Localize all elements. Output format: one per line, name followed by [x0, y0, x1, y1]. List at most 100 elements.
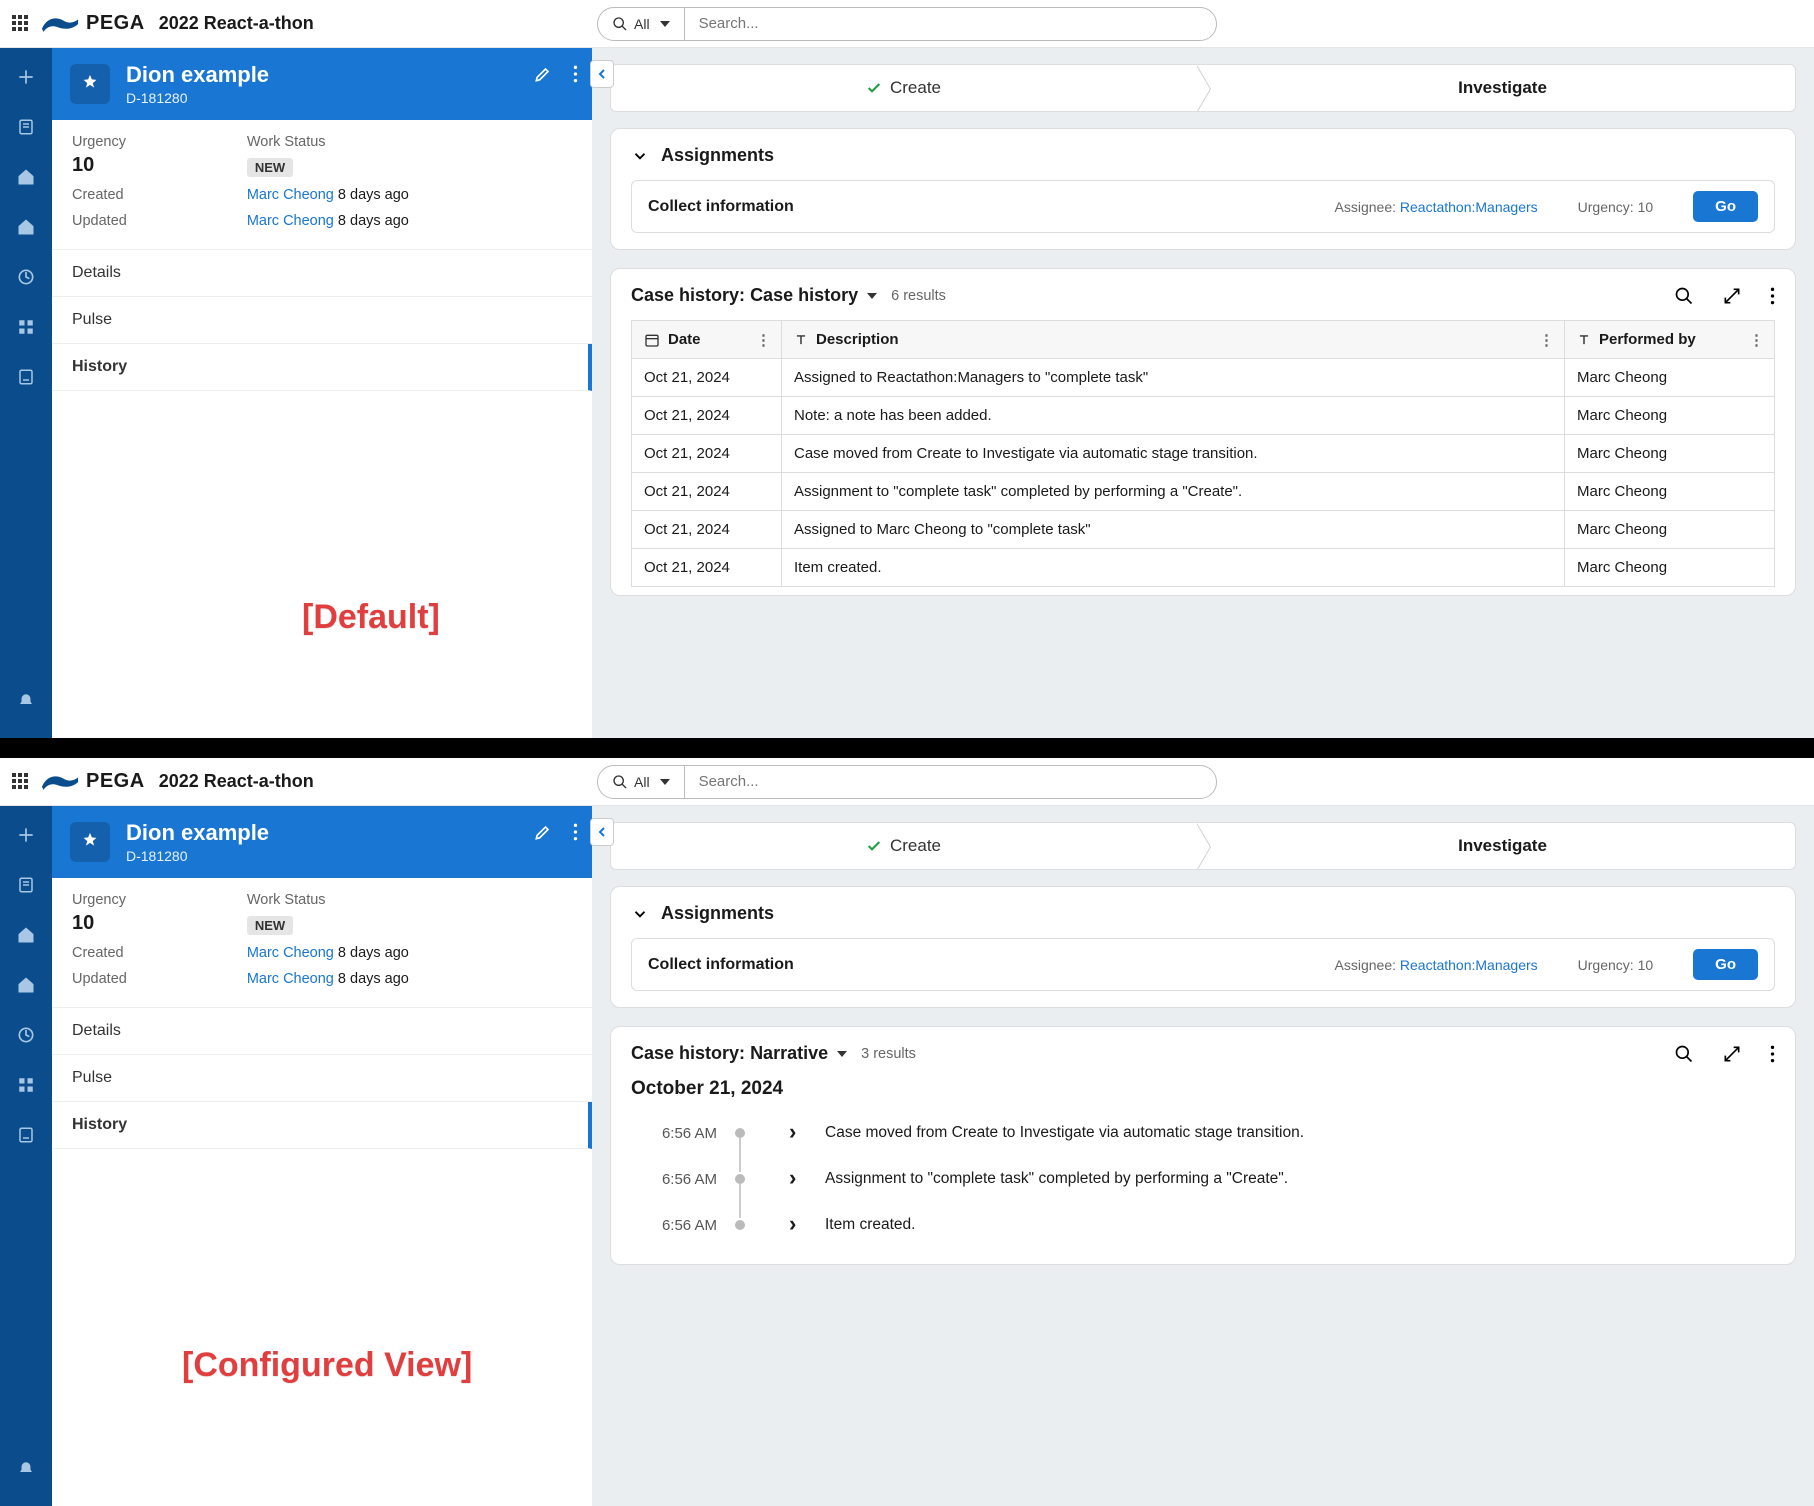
case-history-card: Case history: Case history 6 results Dat…: [610, 268, 1796, 596]
case-id: D-181280: [126, 90, 269, 106]
stage-create[interactable]: Create: [611, 823, 1196, 869]
global-search[interactable]: All: [597, 7, 1217, 41]
stage-arrow-icon: [1196, 65, 1210, 112]
history-title[interactable]: Case history: Narrative: [631, 1043, 847, 1064]
rail-report-icon[interactable]: [15, 366, 37, 388]
kebab-menu-icon[interactable]: [573, 822, 578, 842]
go-button[interactable]: Go: [1693, 949, 1758, 980]
global-search[interactable]: All: [597, 765, 1217, 799]
created-by-link[interactable]: Marc Cheong: [247, 945, 334, 961]
tab-history[interactable]: History: [52, 1102, 592, 1149]
col-description[interactable]: Description⋮: [782, 321, 1565, 359]
table-row: Oct 21, 2024Case moved from Create to In…: [632, 435, 1775, 473]
caret-down-icon: [867, 293, 877, 299]
go-button[interactable]: Go: [1693, 191, 1758, 222]
search-icon[interactable]: [1674, 286, 1694, 306]
stage-create[interactable]: Create: [611, 65, 1196, 111]
history-table: Date⋮ Description⋮ Performed by⋮ Oct 21,…: [631, 320, 1775, 587]
created-ago: 8 days ago: [338, 187, 409, 203]
assignments-heading: Assignments: [661, 145, 774, 166]
rail-create-icon[interactable]: [15, 824, 37, 846]
rail-grid-icon[interactable]: [15, 1074, 37, 1096]
created-by-link[interactable]: Marc Cheong: [247, 187, 334, 203]
history-view-name: Case history: [750, 285, 858, 305]
updated-by-link[interactable]: Marc Cheong: [247, 971, 334, 987]
app-title: 2022 React-a-thon: [159, 13, 314, 34]
edit-icon[interactable]: [533, 822, 553, 842]
rail-home2-icon[interactable]: [15, 216, 37, 238]
case-id: D-181280: [126, 848, 269, 864]
search-scope-label: All: [634, 16, 650, 32]
chevron-down-icon[interactable]: [631, 147, 649, 165]
case-type-icon: [70, 64, 110, 104]
history-title[interactable]: Case history: Case history: [631, 285, 877, 306]
apps-launcher-icon[interactable]: [12, 15, 30, 33]
search-input[interactable]: [685, 15, 1216, 32]
edit-icon[interactable]: [533, 64, 553, 84]
tab-pulse[interactable]: Pulse: [52, 297, 592, 344]
tab-pulse[interactable]: Pulse: [52, 1055, 592, 1102]
col-date[interactable]: Date⋮: [632, 321, 782, 359]
rail-home-icon[interactable]: [15, 924, 37, 946]
assignee-link[interactable]: Reactathon:Managers: [1400, 957, 1538, 973]
col-menu-icon[interactable]: ⋮: [756, 331, 771, 349]
rail-home-icon[interactable]: [15, 166, 37, 188]
assignment-row: Collect information Assignee: Reactathon…: [631, 180, 1775, 233]
top-bar: PEGA 2022 React-a-thon All: [0, 0, 1814, 48]
tab-details[interactable]: Details: [52, 250, 592, 297]
expand-icon[interactable]: [1722, 1044, 1742, 1064]
chevron-right-icon[interactable]: [789, 1166, 807, 1192]
urgency-label: Urgency: [72, 134, 127, 150]
stage-investigate[interactable]: Investigate: [1210, 823, 1795, 869]
rail-report-icon[interactable]: [15, 1124, 37, 1146]
rail-explore-icon[interactable]: [15, 1024, 37, 1046]
search-input[interactable]: [685, 773, 1216, 790]
tab-history[interactable]: History: [52, 344, 592, 391]
col-performed-by[interactable]: Performed by⋮: [1565, 321, 1775, 359]
rail-create-icon[interactable]: [15, 66, 37, 88]
kebab-menu-icon[interactable]: [1770, 1044, 1775, 1064]
case-header: Dion example D-181280: [52, 806, 592, 878]
check-icon: [866, 838, 882, 854]
rail-home2-icon[interactable]: [15, 974, 37, 996]
chevron-right-icon[interactable]: [789, 1120, 807, 1146]
workstatus-badge: NEW: [247, 916, 293, 935]
narrative-date-heading: October 21, 2024: [631, 1078, 1775, 1100]
rail-notifications-icon[interactable]: [15, 1458, 37, 1480]
expand-icon[interactable]: [1722, 286, 1742, 306]
created-label: Created: [72, 187, 127, 203]
updated-label: Updated: [72, 971, 127, 987]
assignments-heading: Assignments: [661, 903, 774, 924]
brand-text: PEGA: [86, 770, 145, 793]
table-row: Oct 21, 2024Assigned to Reactathon:Manag…: [632, 359, 1775, 397]
kebab-menu-icon[interactable]: [1770, 286, 1775, 306]
assignee-link[interactable]: Reactathon:Managers: [1400, 199, 1538, 215]
rail-explore-icon[interactable]: [15, 266, 37, 288]
nav-rail: [0, 806, 52, 1506]
rail-doc-icon[interactable]: [15, 874, 37, 896]
chevron-down-icon[interactable]: [631, 905, 649, 923]
search-scope-dropdown[interactable]: All: [598, 766, 685, 798]
assignment-urgency-value: 10: [1638, 957, 1654, 973]
updated-by-link[interactable]: Marc Cheong: [247, 213, 334, 229]
history-title-prefix: Case history:: [631, 1043, 745, 1063]
kebab-menu-icon[interactable]: [573, 64, 578, 84]
urgency-value: 10: [72, 154, 127, 177]
search-scope-dropdown[interactable]: All: [598, 8, 685, 40]
timeline-row: 6:56 AM Item created.: [637, 1202, 1775, 1248]
timeline-time: 6:56 AM: [637, 1171, 717, 1188]
stage-investigate[interactable]: Investigate: [1210, 65, 1795, 111]
timeline-dot-icon: [735, 1174, 745, 1184]
col-menu-icon[interactable]: ⋮: [1749, 331, 1764, 349]
rail-notifications-icon[interactable]: [15, 690, 37, 712]
timeline-text: Assignment to "complete task" completed …: [825, 1170, 1288, 1188]
rail-grid-icon[interactable]: [15, 316, 37, 338]
search-icon[interactable]: [1674, 1044, 1694, 1064]
tab-details[interactable]: Details: [52, 1008, 592, 1055]
rail-doc-icon[interactable]: [15, 116, 37, 138]
col-menu-icon[interactable]: ⋮: [1539, 331, 1554, 349]
case-title: Dion example: [126, 820, 269, 846]
history-view-name: Narrative: [750, 1043, 828, 1063]
apps-launcher-icon[interactable]: [12, 773, 30, 791]
chevron-right-icon[interactable]: [789, 1212, 807, 1238]
